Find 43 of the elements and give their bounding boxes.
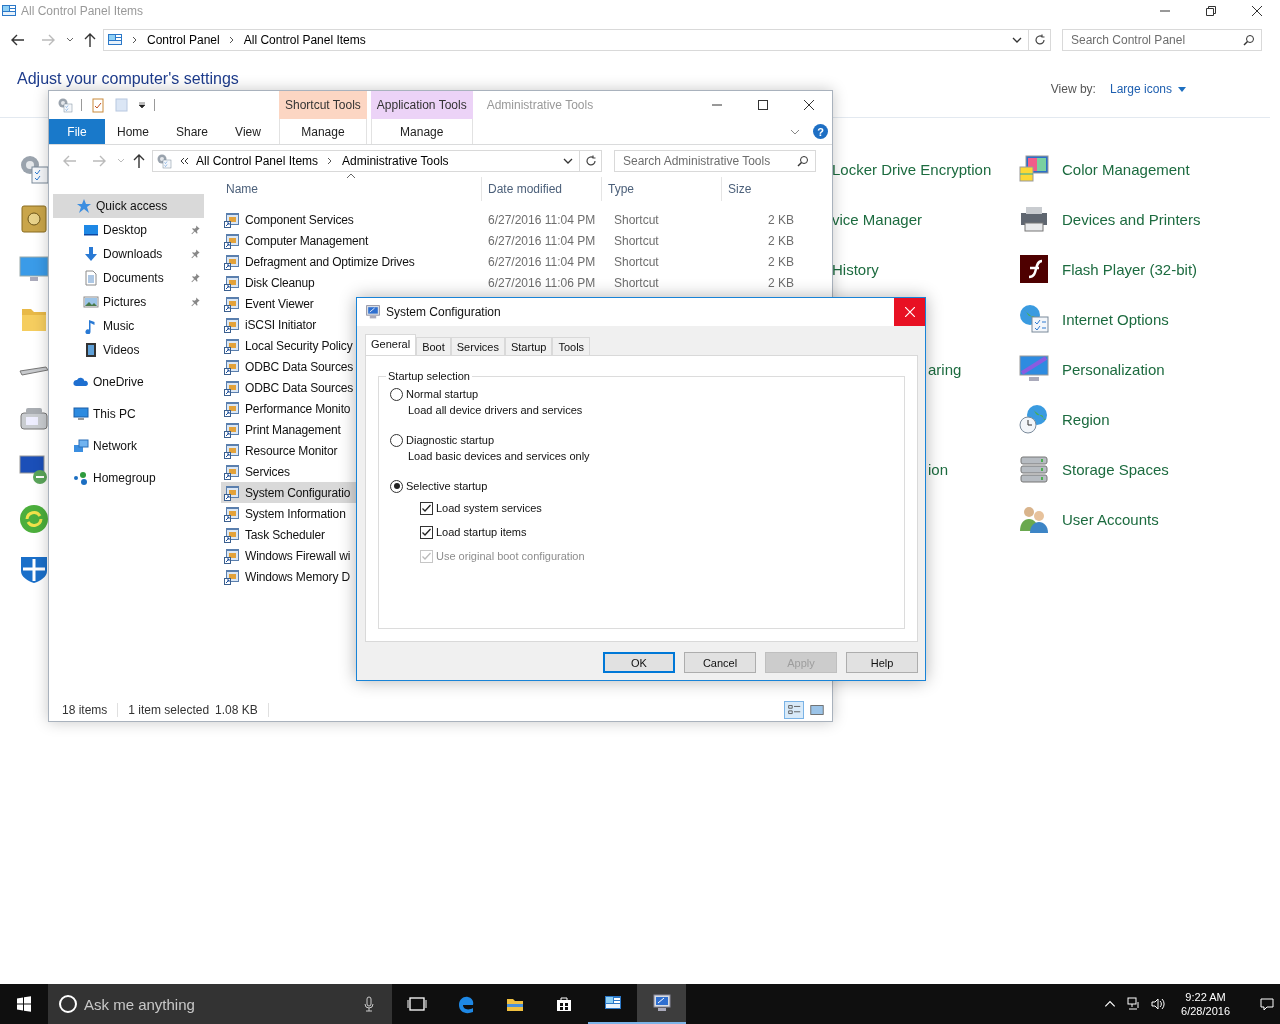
option-description: Load all device drivers and services	[408, 404, 584, 418]
date-cell-text: 6/27/2016 11:06 PM	[487, 275, 597, 290]
dialog-title: System Configuration	[386, 305, 501, 319]
file-name: ODBC Data Sources	[245, 380, 354, 395]
file-name: System Information	[245, 506, 346, 521]
file-name: Performance Monito	[245, 401, 351, 416]
file-name: Windows Memory D	[245, 569, 350, 584]
size-cell-text: 2 KB	[767, 254, 794, 269]
file-name: Defragment and Optimize Drives	[245, 254, 415, 269]
window-title: All Control Panel Items	[21, 4, 144, 18]
file-name: Print Management	[245, 422, 341, 437]
date-cell-text: 6/27/2016 11:04 PM	[487, 212, 597, 227]
page-heading: Adjust your computer's settings	[17, 70, 239, 88]
option-description: Load basic devices and services only	[408, 450, 591, 464]
size-cell-text: 2 KB	[767, 212, 794, 227]
date-cell-text: 6/27/2016 11:04 PM	[487, 254, 597, 269]
file-name: iSCSI Initiator	[245, 317, 317, 332]
file-name: Task Scheduler	[245, 527, 325, 542]
size-cell-text: 2 KB	[767, 233, 794, 248]
file-name: ODBC Data Sources	[245, 359, 354, 374]
file-name: System Configuratio	[245, 485, 351, 500]
group-title: Startup selection	[387, 370, 471, 382]
size-cell-text: 2 KB	[767, 275, 794, 290]
type-cell-text: Shortcut	[613, 254, 660, 269]
file-name: Component Services	[245, 212, 354, 227]
type-cell-text: Shortcut	[613, 233, 660, 248]
file-name: Services	[245, 464, 290, 479]
date-cell-text: 6/27/2016 11:04 PM	[487, 233, 597, 248]
context-tab-header: Application Tools	[370, 91, 473, 119]
selection-info: 1 item selected	[128, 703, 210, 717]
file-name: Windows Firewall wi	[245, 548, 351, 563]
type-cell-text: Shortcut	[613, 275, 660, 290]
view-by-label: View by:	[1050, 82, 1096, 96]
file-name: Event Viewer	[245, 296, 314, 311]
file-name: Disk Cleanup	[245, 275, 315, 290]
window-title: Administrative Tools	[486, 98, 594, 112]
file-name: Resource Monitor	[245, 443, 338, 458]
file-name: Computer Management	[245, 233, 369, 248]
context-tab-header: Shortcut Tools	[279, 91, 367, 119]
item-count: 18 items	[62, 703, 108, 717]
file-name: Local Security Policy	[245, 338, 353, 353]
type-cell-text: Shortcut	[613, 212, 660, 227]
selection-size: 1.08 KB	[215, 703, 258, 717]
